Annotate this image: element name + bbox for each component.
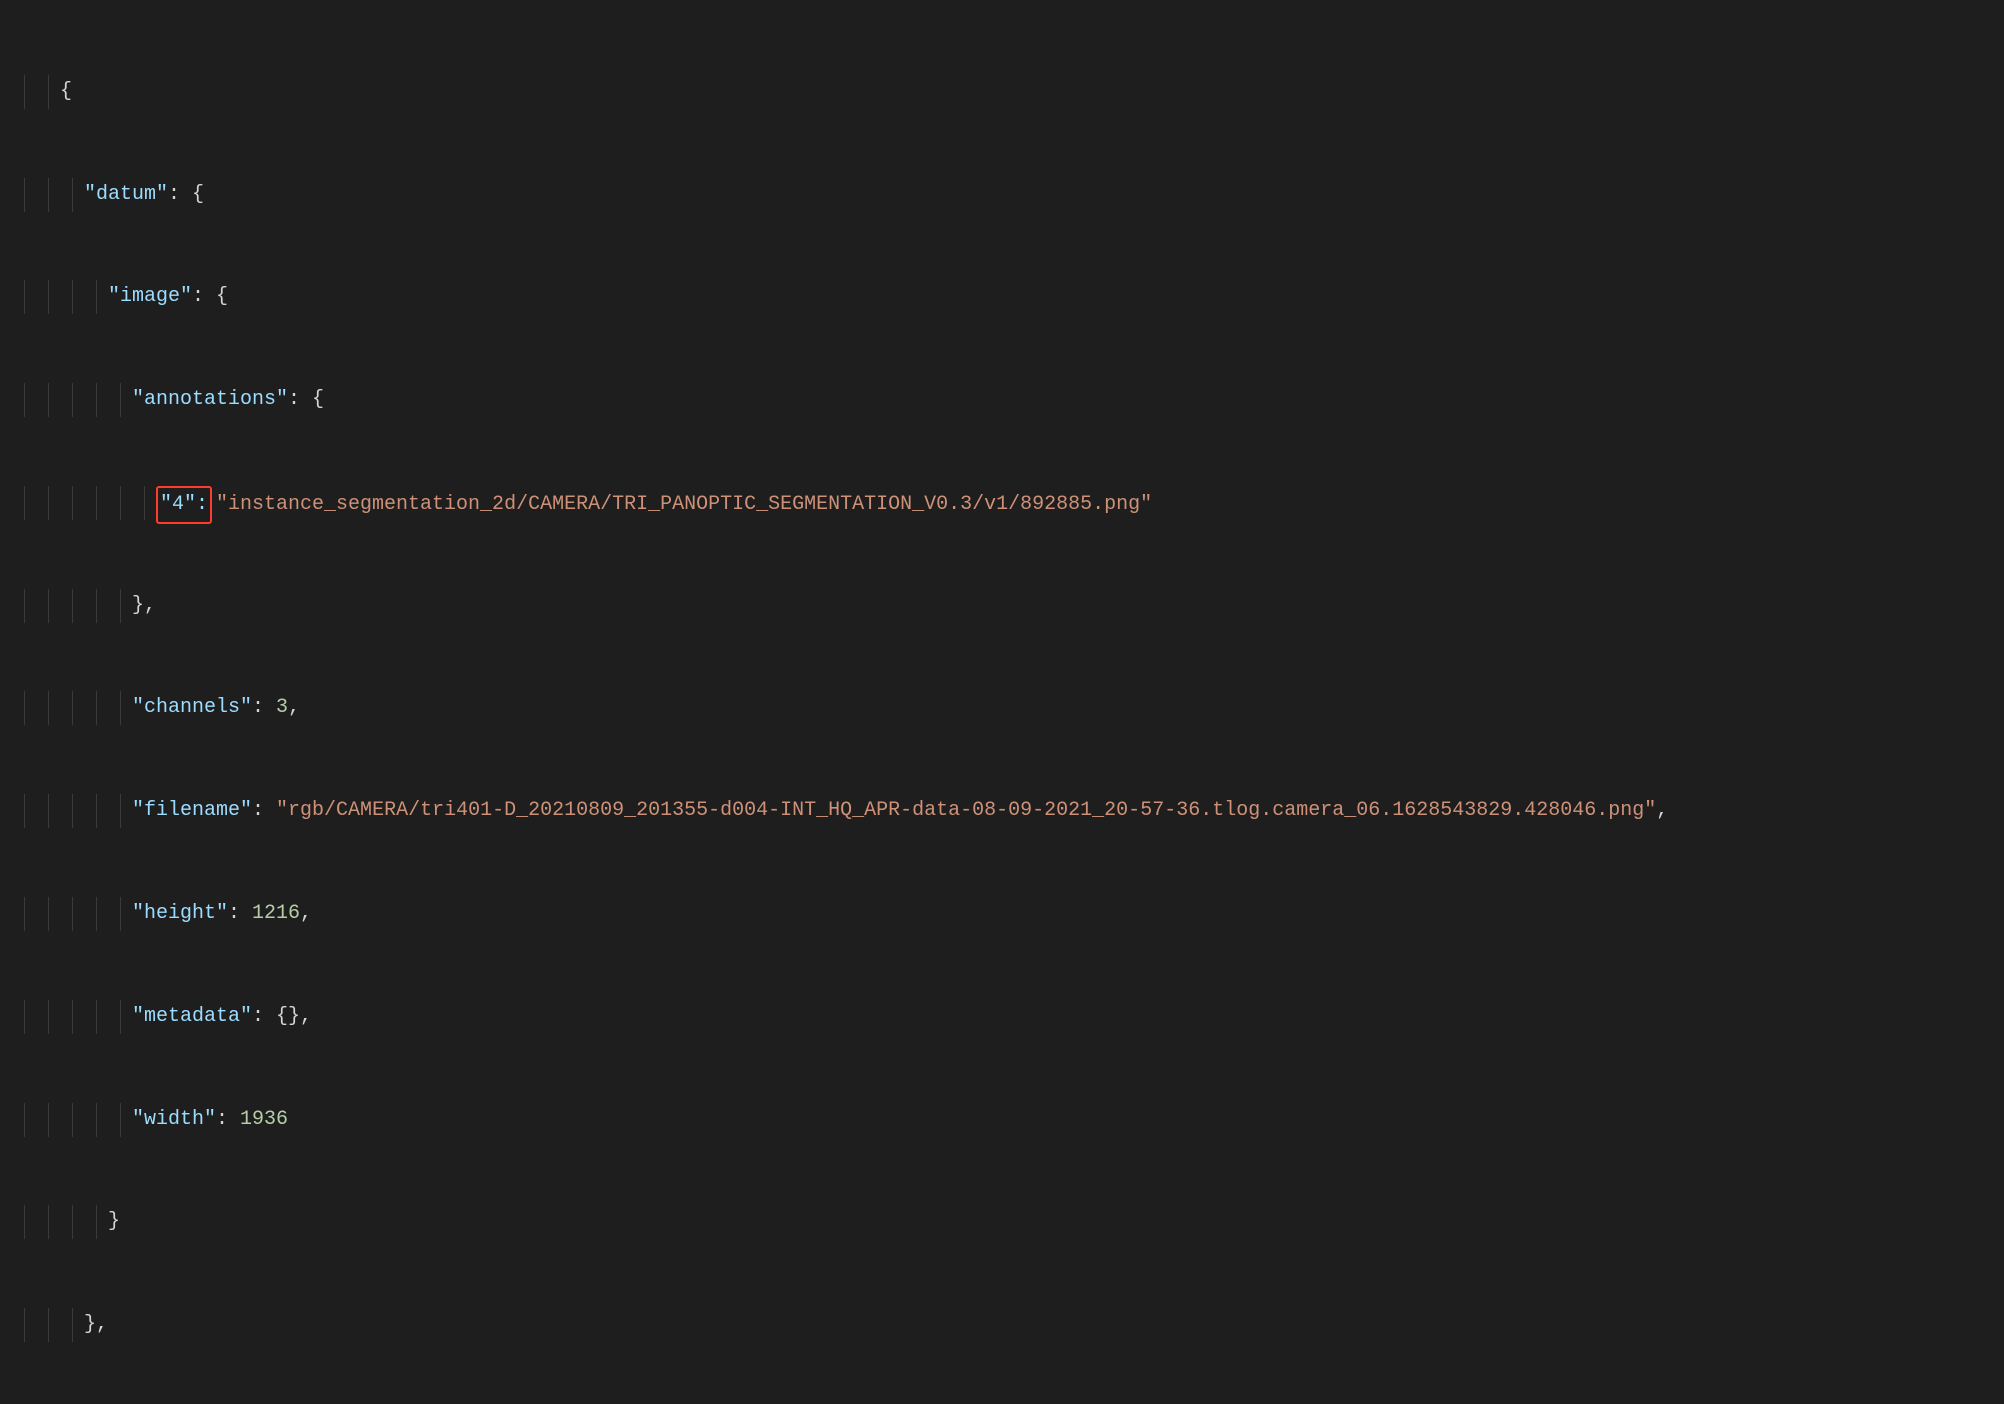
json-key: "datum"	[84, 183, 168, 206]
code-line: },	[0, 589, 2004, 623]
code-line: }	[0, 1205, 2004, 1239]
json-key: "width"	[132, 1108, 216, 1131]
code-line: "annotations": {	[0, 383, 2004, 417]
code-line: {	[0, 75, 2004, 109]
json-key: "image"	[108, 285, 192, 308]
code-line: "filename": "rgb/CAMERA/tri401-D_2021080…	[0, 794, 2004, 828]
code-editor[interactable]: { "datum": { "image": { "annotations": {…	[0, 0, 2004, 1404]
code-line: },	[0, 1308, 2004, 1342]
json-key: "annotations"	[132, 388, 288, 411]
code-line: "metadata": {},	[0, 1000, 2004, 1034]
json-string: "rgb/CAMERA/tri401-D_20210809_201355-d00…	[276, 799, 1656, 822]
json-number: 3	[276, 696, 288, 719]
code-line: "image": {	[0, 280, 2004, 314]
code-line: "datum": {	[0, 178, 2004, 212]
json-string: "instance_segmentation_2d/CAMERA/TRI_PAN…	[216, 493, 1152, 516]
json-key: "metadata"	[132, 1005, 252, 1028]
json-number: 1936	[240, 1108, 288, 1131]
json-key: "height"	[132, 902, 228, 925]
code-line: "4": "instance_segmentation_2d/CAMERA/TRI…	[0, 486, 2004, 520]
code-line: "height": 1216,	[0, 897, 2004, 931]
json-number: 1216	[252, 902, 300, 925]
code-line: "width": 1936	[0, 1103, 2004, 1137]
json-key: "channels"	[132, 696, 252, 719]
highlight-box-icon: "4":	[156, 486, 212, 524]
json-key: "filename"	[132, 799, 252, 822]
json-key-highlighted: "4":	[160, 493, 208, 516]
code-line: "channels": 3,	[0, 691, 2004, 725]
